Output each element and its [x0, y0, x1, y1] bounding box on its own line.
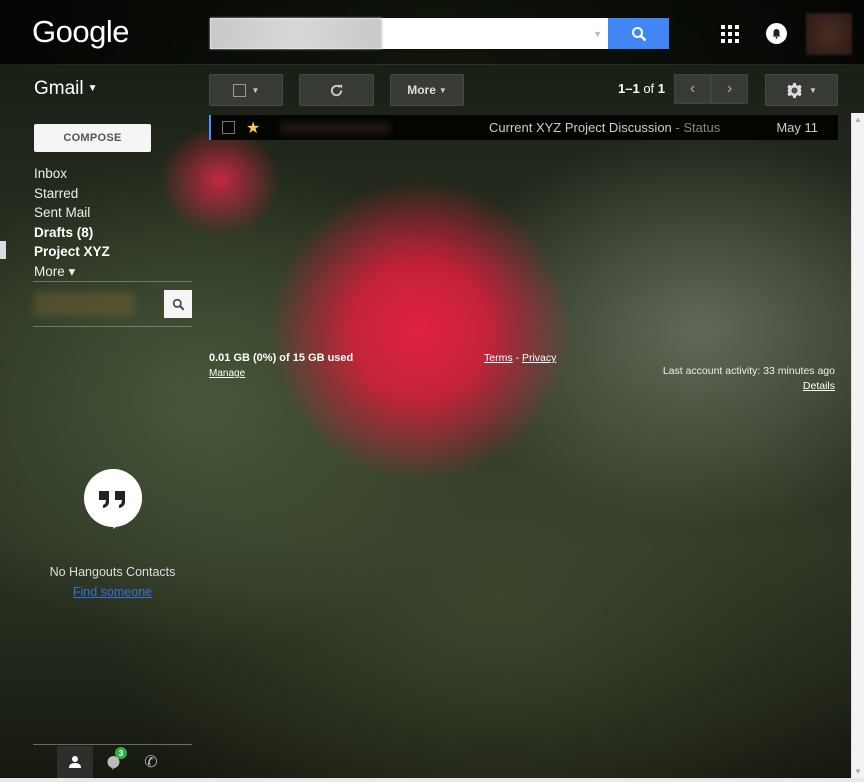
person-icon — [69, 756, 81, 768]
terms-link[interactable]: Terms — [484, 352, 513, 364]
pager-nav: ‹ › — [674, 74, 748, 104]
gear-icon — [787, 82, 802, 98]
message-checkbox[interactable] — [222, 121, 235, 134]
sidebar-item-more[interactable]: More ▾ — [34, 262, 110, 282]
details-link[interactable]: Details — [803, 380, 835, 392]
sidebar-item-drafts[interactable]: Drafts (8) — [34, 223, 110, 243]
sidebar-nav: Inbox Starred Sent Mail Drafts (8) Proje… — [34, 164, 110, 281]
message-snippet: - Status — [671, 120, 721, 135]
refresh-icon — [330, 84, 343, 96]
gmail-menu[interactable]: Gmail ▼ — [34, 78, 98, 100]
search-icon — [631, 26, 646, 41]
chevron-down-icon: ▼ — [87, 83, 98, 95]
chevron-down-icon: ▼ — [809, 85, 817, 95]
apps-grid-icon[interactable] — [721, 25, 739, 43]
chevron-down-icon: ▼ — [438, 85, 447, 95]
sidebar-item-project-xyz[interactable]: Project XYZ — [34, 242, 110, 262]
sidebar-item-starred[interactable]: Starred — [34, 184, 110, 204]
sidebar-item-sent-mail[interactable]: Sent Mail — [34, 203, 110, 223]
search-icon — [172, 298, 184, 310]
manage-link[interactable]: Manage — [209, 368, 245, 379]
find-someone-link[interactable]: Find someone — [0, 585, 225, 599]
compose-button[interactable]: COMPOSE — [34, 124, 151, 152]
last-activity: Last account activity: 33 minutes ago — [662, 365, 835, 377]
sender-redacted — [280, 121, 391, 134]
no-contacts-message: No Hangouts Contacts — [49, 565, 176, 579]
tab-contacts[interactable] — [57, 746, 93, 778]
divider — [33, 281, 192, 282]
privacy-link[interactable]: Privacy — [522, 352, 556, 364]
hangouts-search-button[interactable] — [164, 290, 192, 318]
older-button[interactable]: › — [711, 74, 748, 104]
message-date: May 11 — [776, 120, 818, 135]
message-subject: Current XYZ Project Discussion - Status — [489, 120, 721, 135]
refresh-button[interactable] — [299, 74, 374, 106]
hangouts-icon — [84, 469, 142, 529]
tab-phone[interactable]: ✆ — [133, 746, 169, 778]
scrollbar[interactable]: ▲ ▼ — [851, 113, 864, 778]
divider — [33, 326, 192, 327]
top-bar: Google ▼ — [0, 0, 864, 65]
chevron-right-icon: › — [726, 80, 733, 97]
unread-badge: 3 — [115, 747, 127, 759]
storage-usage: 0.01 GB (0%) of 15 GB used — [209, 352, 354, 364]
chevron-left-icon: ‹ — [689, 80, 696, 97]
google-logo: Google — [32, 14, 129, 49]
select-button[interactable]: ▼ — [209, 74, 283, 106]
search-options-caret-icon[interactable]: ▼ — [593, 29, 602, 39]
gmail-label: Gmail — [34, 78, 84, 99]
scroll-up-icon[interactable]: ▲ — [854, 115, 862, 124]
hangouts-user-redacted — [34, 292, 134, 316]
window-bottom-edge — [0, 778, 864, 782]
selected-indicator — [0, 241, 6, 259]
more-button[interactable]: More ▼ — [390, 74, 464, 106]
chevron-down-icon: ▼ — [251, 85, 260, 95]
settings-button[interactable]: ▼ — [765, 74, 838, 106]
more-label: More — [407, 83, 436, 97]
scroll-down-icon[interactable]: ▼ — [854, 767, 862, 776]
checkbox-icon — [232, 83, 246, 97]
message-row[interactable]: ★ Current XYZ Project Discussion - Statu… — [209, 115, 838, 140]
search-query-redacted — [210, 18, 382, 49]
footer-links: Terms - Privacy — [484, 352, 557, 364]
tab-conversations[interactable]: 3 — [95, 746, 131, 778]
search-input[interactable]: ▼ — [210, 18, 608, 49]
newer-button[interactable]: ‹ — [674, 74, 711, 104]
phone-icon: ✆ — [144, 754, 158, 771]
search-button[interactable] — [608, 18, 669, 49]
pager-range: 1–1 of 1 — [618, 81, 666, 96]
star-icon[interactable]: ★ — [246, 118, 260, 138]
sidebar-item-inbox[interactable]: Inbox — [34, 164, 110, 184]
divider — [33, 744, 192, 745]
notifications-icon[interactable] — [766, 23, 787, 44]
account-avatar[interactable] — [806, 13, 852, 55]
